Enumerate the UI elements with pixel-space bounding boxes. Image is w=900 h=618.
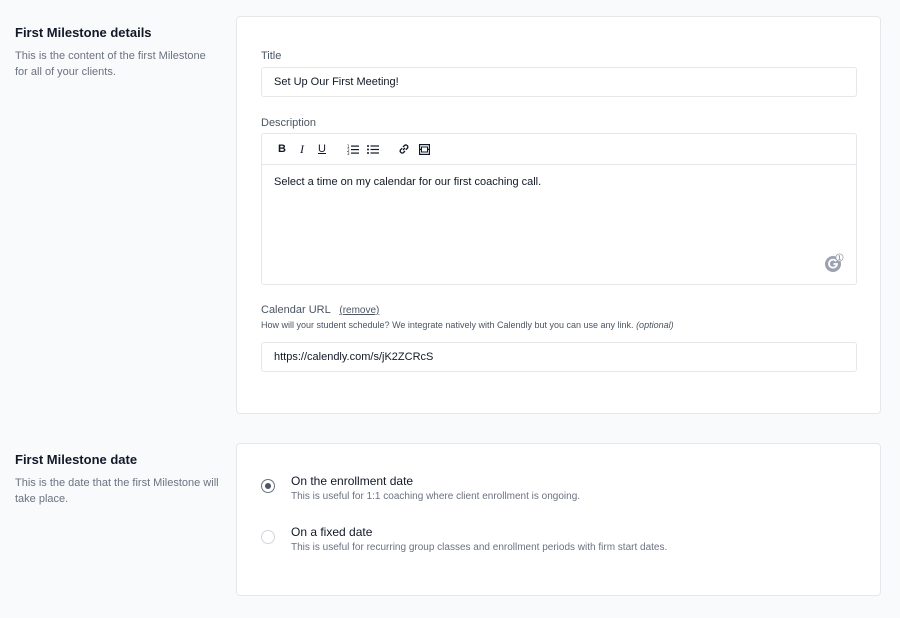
option-title: On the enrollment date (291, 474, 414, 488)
details-section-header: First Milestone details This is the cont… (15, 25, 220, 80)
link-icon (399, 144, 409, 154)
option-title: On a fixed date (291, 525, 373, 539)
remove-calendar-link[interactable]: (remove) (339, 305, 379, 316)
date-section-title: First Milestone date (15, 452, 138, 467)
calendar-hint: How will your student schedule? We integ… (261, 320, 674, 330)
svg-text:3: 3 (347, 151, 350, 155)
editor-toolbar: B I U 1 2 3 (262, 134, 856, 165)
grammarly-icon[interactable]: 1 (824, 253, 844, 273)
underline-button[interactable]: U (312, 139, 332, 159)
date-card: On the enrollment date This is useful fo… (236, 443, 881, 596)
title-input[interactable] (261, 67, 857, 97)
bullet-list-button[interactable] (363, 139, 383, 159)
description-editor: B I U 1 2 3 Select a time on my calendar… (261, 133, 857, 285)
link-button[interactable] (394, 139, 414, 159)
bold-button[interactable]: B (272, 139, 292, 159)
ordered-list-icon: 1 2 3 (347, 144, 359, 155)
description-label: Description (261, 117, 317, 129)
details-section-description: This is the content of the first Milesto… (15, 50, 206, 78)
video-button[interactable] (414, 139, 434, 159)
details-section-title: First Milestone details (15, 25, 152, 40)
calendar-optional-tag: (optional) (636, 320, 674, 330)
radio-enrollment-date[interactable] (261, 479, 275, 493)
description-text[interactable]: Select a time on my calendar for our fir… (262, 165, 856, 199)
title-label: Title (261, 50, 282, 62)
calendar-url-input[interactable] (261, 342, 857, 372)
calendar-url-label: Calendar URL (261, 304, 331, 316)
date-section-header: First Milestone date This is the date th… (15, 452, 220, 507)
video-icon (418, 143, 430, 155)
option-description: This is useful for 1:1 coaching where cl… (291, 491, 581, 502)
details-card: Title Description B I U 1 2 3 (236, 16, 881, 414)
ordered-list-button[interactable]: 1 2 3 (343, 139, 363, 159)
date-section-description: This is the date that the first Mileston… (15, 477, 219, 505)
bullet-list-icon (367, 144, 379, 154)
grammarly-badge-count: 1 (838, 256, 842, 262)
option-description: This is useful for recurring group class… (291, 542, 668, 553)
calendar-url-label-row: Calendar URL (remove) (261, 304, 379, 316)
calendar-hint-text: How will your student schedule? We integ… (261, 320, 634, 330)
radio-fixed-date[interactable] (261, 530, 275, 544)
italic-button[interactable]: I (292, 139, 312, 159)
